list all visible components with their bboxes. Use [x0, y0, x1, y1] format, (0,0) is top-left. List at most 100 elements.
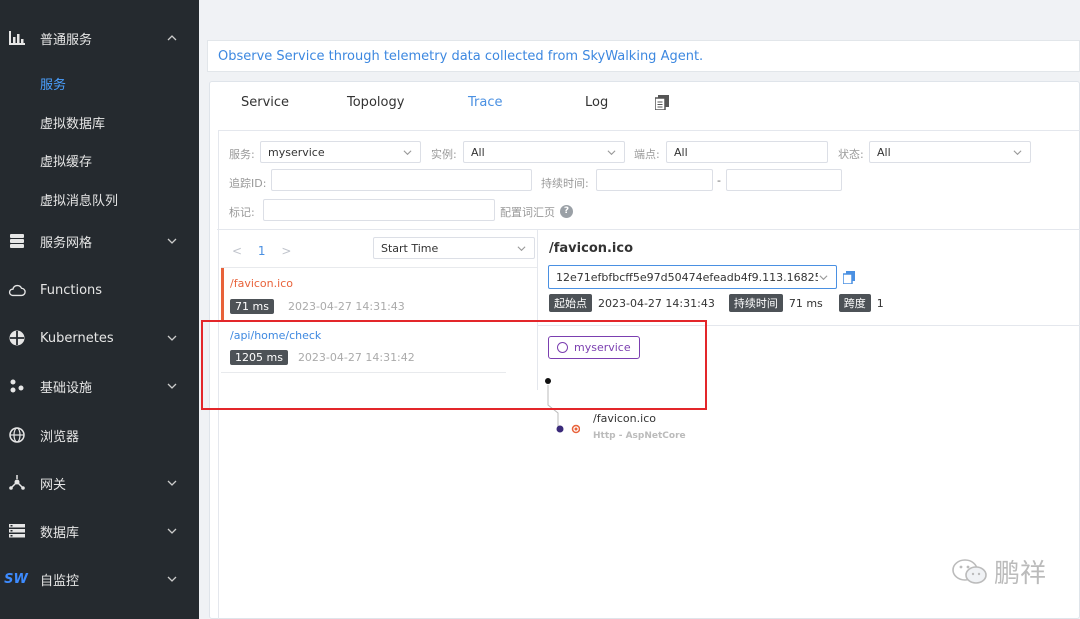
sidebar-item-database[interactable]: 数据库	[0, 511, 199, 551]
chevron-down-icon	[1013, 150, 1022, 156]
highlight-annotation	[201, 320, 707, 410]
duration-value: 71 ms	[788, 296, 823, 310]
tags-label: 标记:	[229, 206, 255, 219]
sidebar-item-label: 网关	[40, 477, 67, 493]
sidebar-item-label: 数据库	[40, 525, 80, 541]
service-select-value: myservice	[268, 145, 325, 159]
watermark: 鹏祥	[950, 553, 1046, 590]
sidebar-subitem-service[interactable]: 服务	[40, 74, 66, 93]
chevron-down-icon	[167, 383, 177, 389]
sidebar-subitem-virtual-mq[interactable]: 虚拟消息队列	[40, 190, 118, 209]
endpoint-input-value: All	[674, 145, 688, 159]
chevron-up-icon	[167, 35, 177, 41]
chevron-down-icon	[819, 275, 828, 281]
chevron-down-icon	[607, 150, 616, 156]
sidebar-item-label: 基础设施	[40, 380, 93, 396]
sidebar-item-general-service[interactable]: 普通服务	[0, 18, 199, 58]
tab-topology[interactable]: Topology	[347, 95, 404, 110]
tags-input[interactable]	[263, 199, 495, 221]
kubernetes-icon	[8, 329, 26, 347]
trace-id-label: 追踪ID:	[229, 177, 267, 190]
sidebar-item-infrastructure[interactable]: 基础设施	[0, 366, 199, 406]
sidebar-item-gateway[interactable]: 网关	[0, 463, 199, 503]
tab-trace[interactable]: Trace	[468, 95, 503, 110]
chevron-down-icon	[167, 576, 177, 582]
span-component: Http - AspNetCore	[593, 431, 686, 441]
sidebar: 普通服务 服务 虚拟数据库 虚拟缓存 虚拟消息队列 服务网格 Functions…	[0, 0, 199, 619]
sidebar-item-label: Kubernetes	[40, 330, 114, 346]
copy-icon[interactable]	[655, 95, 669, 110]
sidebar-subitem-virtual-database[interactable]: 虚拟数据库	[40, 113, 105, 132]
duration-tag: 持续时间	[728, 294, 783, 312]
sort-select-value: Start Time	[381, 241, 439, 255]
trace-list-item[interactable]: /favicon.ico 71 ms 2023-04-27 14:31:43	[230, 277, 515, 314]
instance-select-value: All	[471, 145, 485, 159]
chevron-down-icon	[167, 238, 177, 244]
trace-id-input[interactable]	[271, 169, 532, 191]
chevron-down-icon	[167, 480, 177, 486]
trace-timestamp: 2023-04-27 14:31:43	[287, 300, 405, 313]
span-count-tag: 跨度	[838, 294, 871, 312]
config-vocab-link[interactable]: 配置词汇页	[500, 204, 555, 220]
trace-id-select[interactable]: 12e71efbfbcff5e97d50474efeadb4f9.113.168…	[548, 265, 837, 289]
watermark-text: 鹏祥	[993, 559, 1046, 589]
sidebar-item-functions[interactable]: Functions	[0, 270, 199, 310]
page-number[interactable]: 1	[258, 244, 266, 258]
endpoint-input[interactable]: All	[666, 141, 828, 163]
copy-trace-id-icon[interactable]	[843, 271, 855, 284]
service-label: 服务:	[229, 148, 255, 161]
trace-duration-badge: 71 ms	[230, 299, 274, 314]
sw-icon: SW	[4, 570, 28, 588]
start-time-tag: 起始点	[549, 294, 592, 312]
duration-min-input[interactable]	[596, 169, 713, 191]
next-page-button[interactable]: >	[281, 244, 291, 258]
sidebar-item-browser[interactable]: 浏览器	[0, 415, 199, 455]
description-text: Observe Service through telemetry data c…	[218, 48, 704, 64]
service-select[interactable]: myservice	[260, 141, 421, 163]
chevron-down-icon	[403, 150, 412, 156]
tab-service[interactable]: Service	[241, 95, 289, 110]
tab-log[interactable]: Log	[585, 95, 608, 110]
status-label: 状态:	[838, 148, 864, 161]
database-icon	[8, 522, 26, 540]
selected-trace-marker	[221, 268, 224, 320]
bar-chart-icon	[8, 29, 26, 47]
pager: < 1 >	[232, 244, 291, 258]
sidebar-item-label: 服务网格	[40, 235, 93, 251]
sidebar-item-label: 普通服务	[40, 32, 93, 48]
trace-detail-title: /favicon.ico	[549, 241, 634, 256]
divider	[217, 229, 1080, 230]
instance-select[interactable]: All	[463, 141, 625, 163]
chevron-down-icon	[167, 528, 177, 534]
duration-label: 持续时间:	[541, 177, 589, 190]
gateway-icon	[8, 474, 26, 492]
help-icon[interactable]: ?	[560, 205, 573, 218]
prev-page-button[interactable]: <	[232, 244, 242, 258]
sidebar-subitem-virtual-cache[interactable]: 虚拟缓存	[40, 151, 92, 170]
duration-max-input[interactable]	[726, 169, 842, 191]
description-bar: Observe Service through telemetry data c…	[207, 40, 1080, 72]
sidebar-item-kubernetes[interactable]: Kubernetes	[0, 318, 199, 358]
globe-icon	[8, 426, 26, 444]
start-time-value: 2023-04-27 14:31:43	[598, 296, 715, 310]
status-select[interactable]: All	[869, 141, 1031, 163]
trace-summary: 起始点 2023-04-27 14:31:43 持续时间 71 ms 跨度 1	[549, 294, 884, 312]
divider	[221, 267, 537, 268]
duration-separator: -	[717, 174, 721, 187]
sidebar-item-self-observability[interactable]: SW 自监控	[0, 559, 199, 599]
status-select-value: All	[877, 145, 891, 159]
span-name[interactable]: /favicon.ico	[593, 412, 656, 425]
sidebar-item-label: 浏览器	[40, 429, 80, 445]
mesh-icon	[8, 232, 26, 250]
chevron-down-icon	[167, 335, 177, 341]
wechat-icon	[952, 558, 987, 584]
instance-label: 实例:	[431, 148, 457, 161]
tab-bar: Service Topology Trace Log	[210, 82, 1080, 122]
span-count-value: 1	[876, 296, 884, 310]
sidebar-item-label: 自监控	[40, 573, 80, 589]
sidebar-item-service-mesh[interactable]: 服务网格	[0, 221, 199, 261]
sidebar-item-label: Functions	[40, 282, 103, 298]
sw-logo: SW	[4, 571, 28, 587]
sort-select[interactable]: Start Time	[373, 237, 535, 259]
chevron-down-icon	[517, 246, 526, 252]
